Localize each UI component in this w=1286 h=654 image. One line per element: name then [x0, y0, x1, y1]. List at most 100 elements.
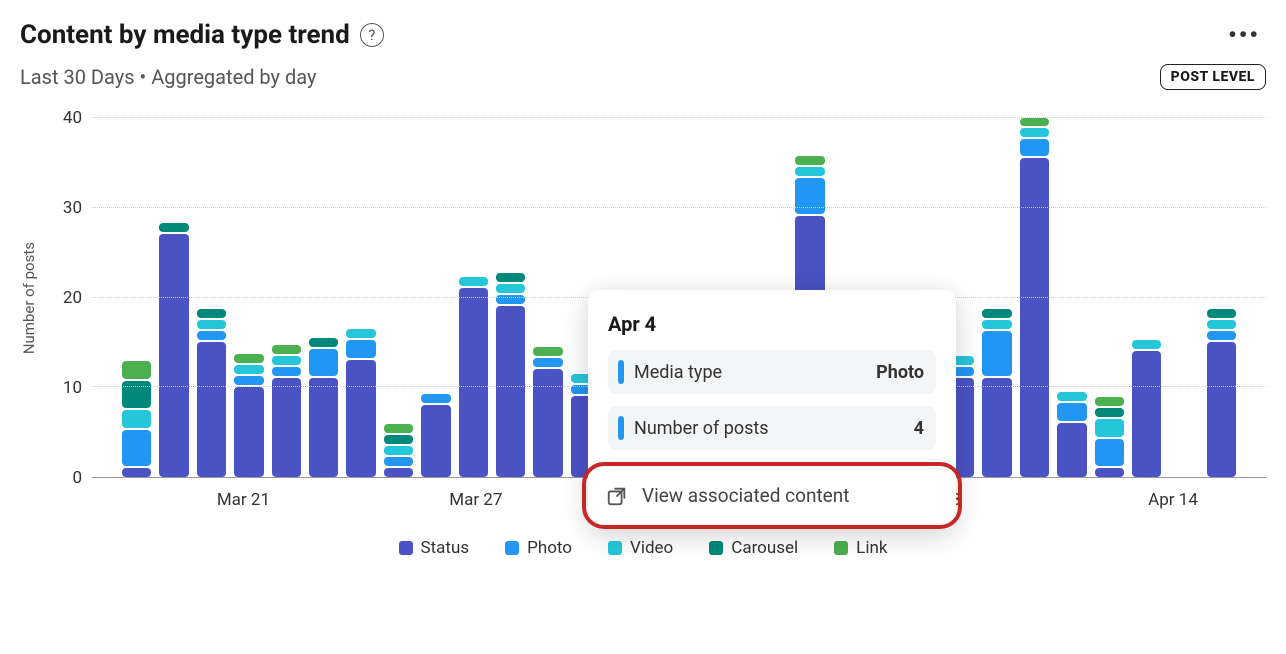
legend-item-photo[interactable]: Photo — [505, 538, 572, 558]
bar-segment-status[interactable] — [1095, 468, 1124, 477]
bar-segment-status[interactable] — [1020, 158, 1049, 477]
bar-segment-link[interactable] — [1095, 397, 1124, 406]
tooltip-row-value: 4 — [914, 418, 924, 439]
bar-segment-photo[interactable] — [1057, 403, 1086, 421]
bar-column[interactable] — [346, 118, 375, 477]
bar-segment-photo[interactable] — [234, 376, 263, 385]
bar-segment-carousel[interactable] — [1207, 309, 1236, 318]
bar-column[interactable] — [234, 118, 263, 477]
bar-segment-status[interactable] — [421, 405, 450, 477]
bar-column[interactable] — [159, 118, 188, 477]
bar-segment-status[interactable] — [309, 378, 338, 477]
bar-column[interactable] — [272, 118, 301, 477]
bar-column[interactable] — [1095, 118, 1124, 477]
bar-segment-link[interactable] — [122, 361, 151, 379]
bar-segment-photo[interactable] — [795, 178, 824, 214]
bar-segment-photo[interactable] — [1095, 439, 1124, 466]
x-tick: Mar 21 — [217, 490, 270, 510]
bar-segment-status[interactable] — [159, 234, 188, 477]
bar-segment-carousel[interactable] — [1095, 408, 1124, 417]
bar-segment-link[interactable] — [795, 156, 824, 165]
bar-segment-carousel[interactable] — [384, 435, 413, 444]
bar-column[interactable] — [1057, 118, 1086, 477]
bar-segment-status[interactable] — [982, 378, 1011, 477]
bar-segment-video[interactable] — [1207, 320, 1236, 329]
bar-column[interactable] — [533, 118, 562, 477]
bar-column[interactable] — [1207, 118, 1236, 477]
bar-segment-photo[interactable] — [421, 394, 450, 403]
bar-column[interactable] — [421, 118, 450, 477]
bar-segment-video[interactable] — [1057, 392, 1086, 401]
bar-segment-status[interactable] — [122, 468, 151, 477]
bar-segment-video[interactable] — [982, 320, 1011, 329]
bar-segment-photo[interactable] — [384, 457, 413, 466]
legend-item-link[interactable]: Link — [834, 538, 887, 558]
bar-segment-status[interactable] — [1207, 342, 1236, 477]
legend-item-status[interactable]: Status — [399, 538, 470, 558]
bar-segment-link[interactable] — [533, 347, 562, 356]
bar-segment-status[interactable] — [533, 369, 562, 477]
bar-segment-link[interactable] — [1020, 118, 1049, 126]
bar-column[interactable] — [982, 118, 1011, 477]
bar-segment-photo[interactable] — [272, 367, 301, 376]
bar-segment-photo[interactable] — [309, 349, 338, 376]
bar-segment-video[interactable] — [197, 320, 226, 329]
bar-segment-carousel[interactable] — [309, 338, 338, 347]
bar-segment-video[interactable] — [122, 410, 151, 428]
tooltip-row-label: Number of posts — [634, 418, 914, 439]
bar-segment-status[interactable] — [1057, 423, 1086, 477]
bar-segment-photo[interactable] — [982, 331, 1011, 376]
bar-segment-carousel[interactable] — [122, 381, 151, 408]
bar-segment-carousel[interactable] — [197, 309, 226, 318]
bar-segment-video[interactable] — [1020, 128, 1049, 136]
bar-column[interactable] — [122, 118, 151, 477]
legend-item-carousel[interactable]: Carousel — [709, 538, 798, 558]
bar-segment-status[interactable] — [1132, 351, 1161, 477]
bar-column[interactable] — [1020, 118, 1049, 477]
chart-tooltip: Apr 4 Media type Photo Number of posts 4… — [588, 290, 956, 529]
bar-segment-video[interactable] — [459, 277, 488, 286]
tooltip-series-color — [618, 416, 624, 440]
bar-segment-photo[interactable] — [1020, 139, 1049, 156]
tooltip-row-label: Media type — [634, 362, 876, 383]
y-axis: 010203040 — [42, 118, 92, 478]
more-menu-button[interactable]: ••• — [1222, 21, 1266, 49]
bar-column[interactable] — [197, 118, 226, 477]
bar-segment-photo[interactable] — [197, 331, 226, 340]
bar-segment-video[interactable] — [346, 329, 375, 338]
bar-segment-video[interactable] — [384, 446, 413, 455]
bar-segment-status[interactable] — [197, 342, 226, 477]
bar-segment-status[interactable] — [272, 378, 301, 477]
bar-segment-video[interactable] — [1095, 419, 1124, 437]
bar-segment-link[interactable] — [272, 345, 301, 354]
bar-segment-status[interactable] — [459, 288, 488, 477]
bar-segment-link[interactable] — [384, 424, 413, 433]
bar-column[interactable] — [309, 118, 338, 477]
bar-segment-video[interactable] — [234, 365, 263, 374]
help-icon[interactable]: ? — [360, 23, 384, 47]
bar-segment-carousel[interactable] — [982, 309, 1011, 318]
bar-segment-status[interactable] — [496, 306, 525, 477]
bar-segment-video[interactable] — [1132, 340, 1161, 349]
bar-segment-photo[interactable] — [1207, 331, 1236, 340]
legend-item-video[interactable]: Video — [608, 538, 673, 558]
bar-segment-video[interactable] — [795, 167, 824, 176]
bar-segment-status[interactable] — [234, 387, 263, 477]
bar-segment-video[interactable] — [272, 356, 301, 365]
bar-column[interactable] — [384, 118, 413, 477]
bar-segment-video[interactable] — [496, 284, 525, 293]
bar-segment-status[interactable] — [384, 468, 413, 477]
bar-segment-status[interactable] — [346, 360, 375, 477]
bar-column[interactable] — [496, 118, 525, 477]
bar-segment-link[interactable] — [234, 354, 263, 363]
bar-segment-photo[interactable] — [122, 430, 151, 466]
bar-column[interactable] — [459, 118, 488, 477]
bar-column[interactable] — [1132, 118, 1161, 477]
bar-segment-photo[interactable] — [346, 340, 375, 358]
bar-segment-carousel[interactable] — [159, 223, 188, 232]
bar-segment-carousel[interactable] — [496, 273, 525, 282]
bar-column[interactable] — [1169, 118, 1198, 477]
view-associated-content-link[interactable]: View associated content — [582, 462, 962, 529]
bar-segment-photo[interactable] — [533, 358, 562, 367]
legend-label: Photo — [527, 538, 572, 558]
